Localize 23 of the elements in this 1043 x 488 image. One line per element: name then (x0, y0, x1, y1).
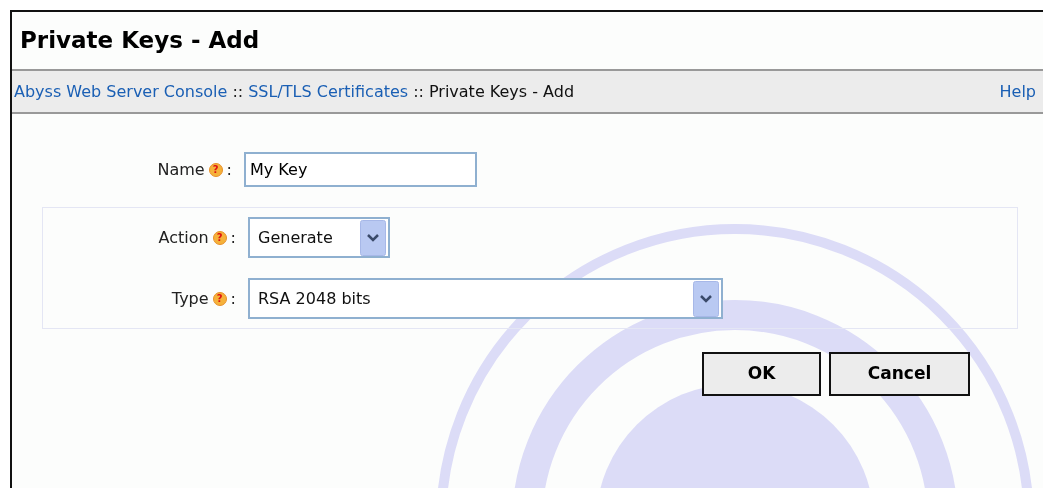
name-input[interactable]: My Key (244, 152, 477, 187)
label-colon: : (230, 287, 236, 310)
breadcrumb-separator: :: (232, 80, 244, 103)
page-title: Private Keys - Add (19, 26, 261, 56)
ok-button[interactable]: OK (702, 352, 821, 396)
select-dropdown[interactable]: RSA 2048 bits (248, 278, 723, 319)
select-dropdown[interactable]: Generate (248, 217, 390, 258)
chevron-down-icon (360, 219, 386, 256)
label-colon: : (230, 226, 236, 249)
field-label: Name (157, 158, 205, 181)
label-colon: : (226, 158, 232, 181)
help-icon[interactable]: ? (212, 291, 227, 306)
field-label: Action (158, 226, 209, 249)
breadcrumb-link[interactable]: SSL/TLS Certificates (248, 79, 409, 104)
cancel-button[interactable]: Cancel (829, 352, 970, 396)
chevron-down-icon (693, 280, 719, 317)
breadcrumb-separator: :: (413, 80, 424, 103)
breadcrumb-current: Private Keys - Add (428, 80, 575, 103)
help-link[interactable]: Help (999, 79, 1036, 104)
breadcrumb-link[interactable]: Abyss Web Server Console (14, 79, 228, 104)
field-label: Type (171, 287, 209, 310)
help-icon[interactable]: ? (208, 162, 223, 177)
help-icon[interactable]: ? (212, 230, 227, 245)
